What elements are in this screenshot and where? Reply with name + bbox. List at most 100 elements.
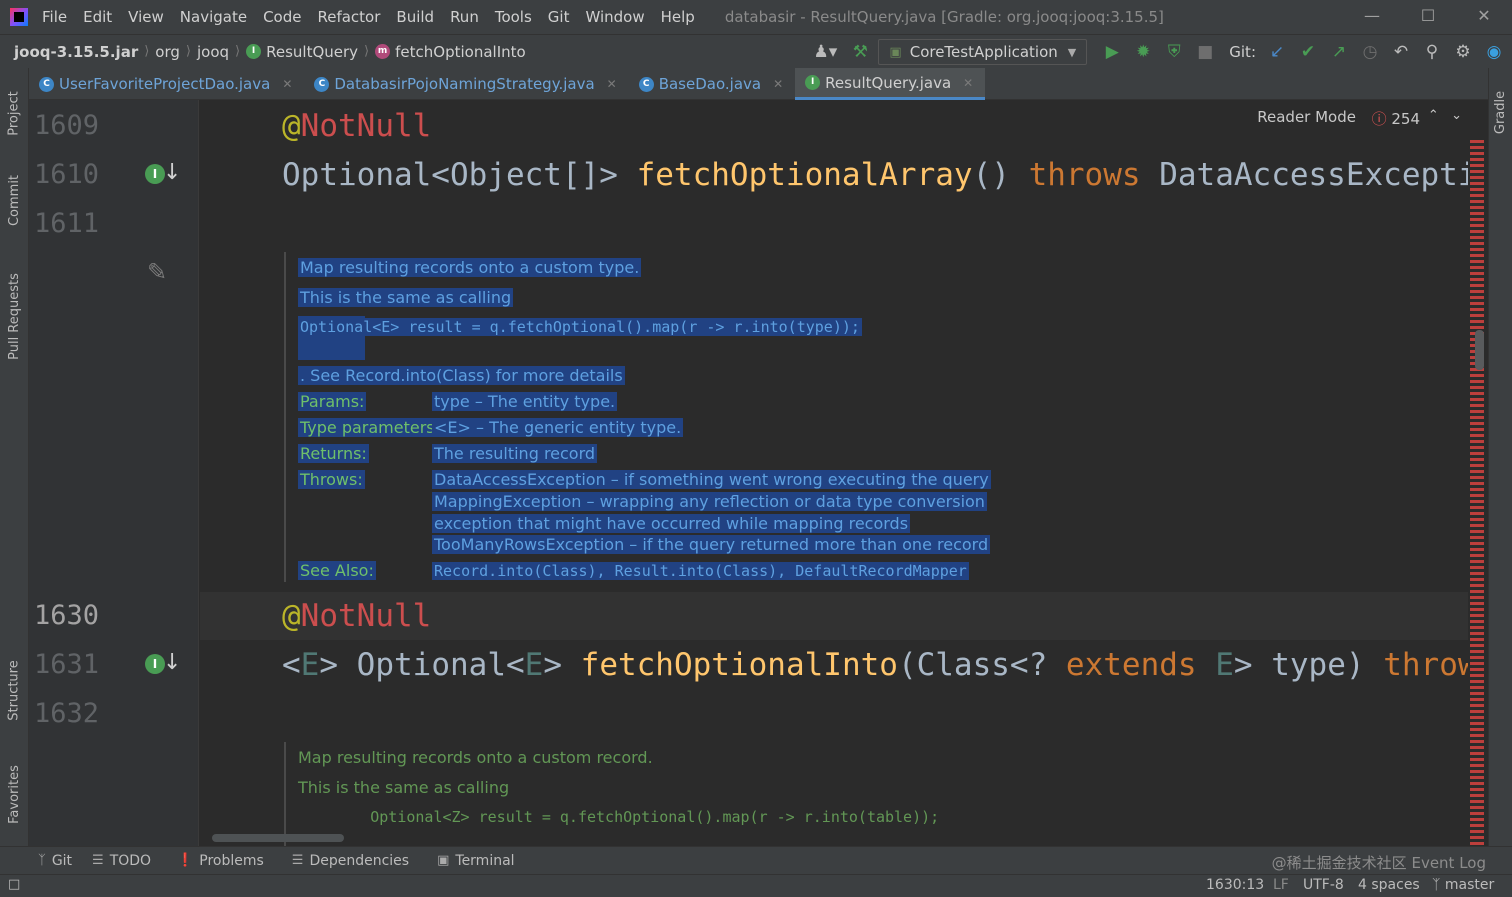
error-indicator[interactable]: ⓘ 254 <box>1372 108 1420 129</box>
error-marker[interactable] <box>1470 518 1484 521</box>
error-marker[interactable] <box>1470 440 1484 443</box>
error-marker[interactable] <box>1470 776 1484 779</box>
error-marker[interactable] <box>1470 242 1484 245</box>
error-marker[interactable] <box>1470 650 1484 653</box>
error-marker[interactable] <box>1470 212 1484 215</box>
error-marker[interactable] <box>1470 470 1484 473</box>
error-marker[interactable] <box>1470 194 1484 197</box>
tool-commit[interactable]: Commit <box>0 164 29 236</box>
breadcrumb-jooq[interactable]: jooq <box>197 43 229 61</box>
breadcrumb-resultquery[interactable]: I ResultQuery <box>246 43 358 61</box>
doc-throws-item[interactable]: MappingException – wrapping any reflecti… <box>432 492 987 511</box>
breadcrumb-org[interactable]: org <box>155 43 180 61</box>
close-tab-icon[interactable]: ✕ <box>282 77 292 91</box>
error-marker[interactable] <box>1470 770 1484 773</box>
code-with-me-icon[interactable]: ◉ <box>1481 39 1507 65</box>
git-push-icon[interactable]: ↗ <box>1326 39 1352 65</box>
error-marker[interactable] <box>1470 254 1484 257</box>
error-marker[interactable] <box>1470 392 1484 395</box>
error-marker[interactable] <box>1470 446 1484 449</box>
doc-throws-item[interactable]: DataAccessException – if something went … <box>432 470 991 489</box>
error-marker[interactable] <box>1470 686 1484 689</box>
error-marker[interactable] <box>1470 764 1484 767</box>
error-marker[interactable] <box>1470 758 1484 761</box>
menu-file[interactable]: File <box>42 8 67 26</box>
error-marker[interactable] <box>1470 236 1484 239</box>
menu-git[interactable]: Git <box>548 8 570 26</box>
build-hammer-icon[interactable]: ⚒ <box>847 39 873 65</box>
menu-run[interactable]: Run <box>450 8 479 26</box>
error-marker[interactable] <box>1470 206 1484 209</box>
tab-resultquery[interactable]: I ResultQuery.java ✕ <box>795 68 986 100</box>
error-marker[interactable] <box>1470 698 1484 701</box>
error-marker[interactable] <box>1470 476 1484 479</box>
error-marker[interactable] <box>1470 680 1484 683</box>
breadcrumb-method[interactable]: m fetchOptionalInto <box>375 43 526 61</box>
error-marker[interactable] <box>1470 818 1484 821</box>
menu-edit[interactable]: Edit <box>83 8 112 26</box>
error-marker[interactable] <box>1470 488 1484 491</box>
error-marker[interactable] <box>1470 218 1484 221</box>
error-marker[interactable] <box>1470 320 1484 323</box>
error-marker[interactable] <box>1470 590 1484 593</box>
menu-navigate[interactable]: Navigate <box>180 8 247 26</box>
coverage-icon[interactable]: ⛨ <box>1161 39 1187 65</box>
error-marker[interactable] <box>1470 308 1484 311</box>
error-marker[interactable] <box>1470 302 1484 305</box>
error-marker[interactable] <box>1470 158 1484 161</box>
git-history-icon[interactable]: ◷ <box>1357 39 1383 65</box>
error-marker[interactable] <box>1470 374 1484 377</box>
reader-mode-toggle[interactable]: Reader Mode <box>1257 108 1356 126</box>
breadcrumb-jar[interactable]: jooq-3.15.5.jar <box>14 43 138 61</box>
error-marker[interactable] <box>1470 188 1484 191</box>
maximize-icon[interactable]: ☐ <box>1418 6 1438 26</box>
error-marker[interactable] <box>1470 566 1484 569</box>
error-marker[interactable] <box>1470 812 1484 815</box>
error-marker[interactable] <box>1470 632 1484 635</box>
tool-pull-requests[interactable]: Pull Requests <box>0 262 29 370</box>
error-marker[interactable] <box>1470 140 1484 143</box>
error-marker[interactable] <box>1470 452 1484 455</box>
pencil-icon[interactable]: ✎ <box>147 258 167 286</box>
error-marker[interactable] <box>1470 152 1484 155</box>
run-icon[interactable]: ▶ <box>1099 39 1125 65</box>
error-marker[interactable] <box>1470 410 1484 413</box>
run-configuration-select[interactable]: ▣ CoreTestApplication ▼ <box>878 39 1088 65</box>
error-marker[interactable] <box>1470 182 1484 185</box>
error-marker[interactable] <box>1470 620 1484 623</box>
error-marker[interactable] <box>1470 380 1484 383</box>
error-marker[interactable] <box>1470 266 1484 269</box>
menu-tools[interactable]: Tools <box>495 8 532 26</box>
error-marker[interactable] <box>1470 614 1484 617</box>
error-marker[interactable] <box>1470 554 1484 557</box>
error-marker[interactable] <box>1470 644 1484 647</box>
error-marker[interactable] <box>1470 602 1484 605</box>
error-marker[interactable] <box>1470 722 1484 725</box>
debug-icon[interactable]: ✹ <box>1130 39 1156 65</box>
git-update-icon[interactable]: ↙ <box>1264 39 1290 65</box>
error-marker[interactable] <box>1470 278 1484 281</box>
doc-see-also-value[interactable]: Record.into(Class), Result.into(Class), … <box>432 562 969 580</box>
search-icon[interactable]: ⚲ <box>1419 39 1445 65</box>
error-marker[interactable] <box>1470 314 1484 317</box>
error-marker[interactable] <box>1470 548 1484 551</box>
error-marker[interactable] <box>1470 170 1484 173</box>
error-marker[interactable] <box>1470 416 1484 419</box>
event-log-label[interactable]: Event Log <box>1411 854 1486 872</box>
error-marker[interactable] <box>1470 836 1484 839</box>
menu-build[interactable]: Build <box>396 8 434 26</box>
close-tab-icon[interactable]: ✕ <box>773 77 783 91</box>
error-marker[interactable] <box>1470 530 1484 533</box>
code-editor[interactable]: Reader Mode ⓘ 254 ⌃ ⌄ @NotNull Optional<… <box>200 100 1468 846</box>
error-marker[interactable] <box>1470 422 1484 425</box>
error-marker[interactable] <box>1470 584 1484 587</box>
error-marker[interactable] <box>1470 458 1484 461</box>
error-marker[interactable] <box>1470 296 1484 299</box>
line-separator[interactable]: LF <box>1273 877 1289 893</box>
error-marker[interactable] <box>1470 290 1484 293</box>
tab-userfavoriteprojectdao[interactable]: C UserFavoriteProjectDao.java ✕ <box>29 68 304 100</box>
menu-code[interactable]: Code <box>263 8 301 26</box>
tool-todo[interactable]: ☰ TODO <box>92 853 151 869</box>
error-marker[interactable] <box>1470 260 1484 263</box>
implemented-down-icon[interactable]: I ↓ <box>145 650 181 680</box>
